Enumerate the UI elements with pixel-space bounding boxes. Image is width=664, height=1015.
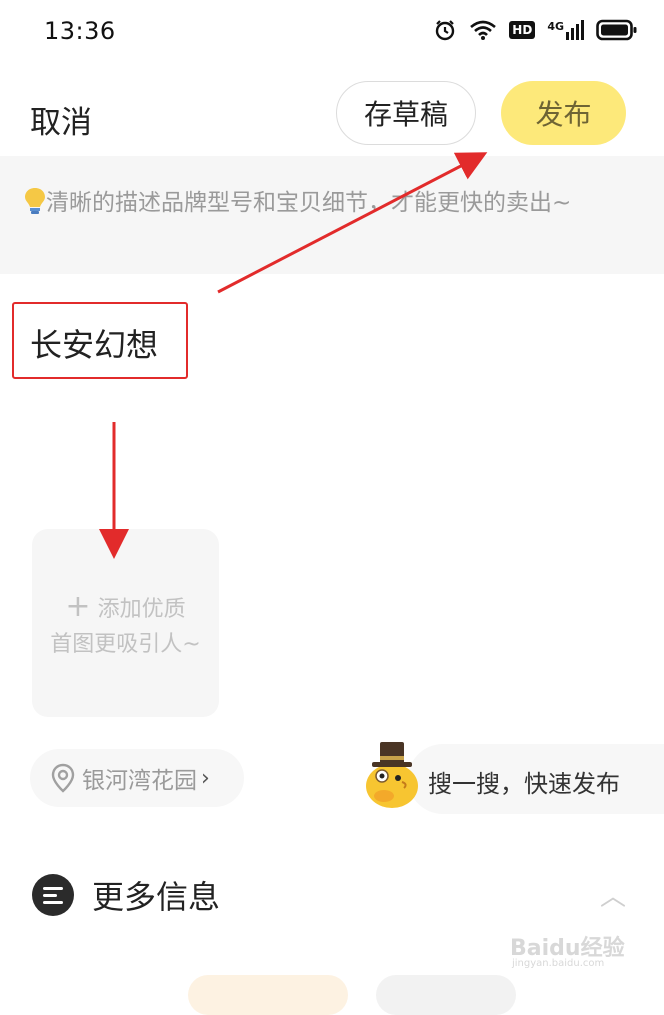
chevron-right-icon: › [201, 765, 210, 791]
tip-text: 清晰的描述品牌型号和宝贝细节，才能更快的卖出~ [46, 190, 572, 216]
add-image-label: + 添加优质 首图更吸引人~ [50, 589, 201, 657]
save-draft-button[interactable]: 存草稿 [336, 81, 476, 145]
wifi-icon [470, 20, 497, 40]
location-text: 银河湾花园 [82, 768, 197, 794]
bottom-option-chip[interactable] [188, 975, 348, 1015]
header: 取消 存草稿 发布 [0, 70, 664, 156]
cancel-button[interactable]: 取消 [30, 97, 92, 142]
list-icon [32, 874, 74, 916]
alarm-icon [436, 20, 455, 41]
location-chip[interactable]: 银河湾花园 › [30, 749, 244, 807]
lightbulb-icon [25, 188, 45, 214]
status-time: 13:36 [44, 17, 116, 45]
more-info-title: 更多信息 [92, 878, 221, 916]
location-pin-icon [51, 763, 75, 793]
mascot-icon [366, 742, 418, 808]
description-placeholder: 清晰的描述品牌型号和宝贝细节，才能更快的卖出~ [24, 184, 604, 222]
bottom-option-chip[interactable] [376, 975, 516, 1015]
add-image-button[interactable]: + 添加优质 首图更吸引人~ [32, 529, 219, 717]
publish-button[interactable]: 发布 [501, 81, 626, 145]
status-icons: HD 4G [433, 18, 638, 42]
quick-search-label: 搜一搜，快速发布 [428, 770, 620, 798]
signal-icon: 4G [547, 20, 584, 40]
battery-icon [596, 19, 637, 41]
chevron-up-icon[interactable]: ︿ [600, 876, 626, 913]
quick-search-button[interactable]: 搜一搜，快速发布 [408, 744, 664, 814]
annotation-highlight-box [12, 302, 188, 379]
description-input-area[interactable]: 清晰的描述品牌型号和宝贝细节，才能更快的卖出~ [0, 156, 664, 274]
status-bar: 13:36 HD 4G [0, 0, 664, 64]
plus-icon: + [65, 589, 91, 624]
watermark-url: jingyan.baidu.com [512, 958, 605, 969]
more-info-section[interactable]: 更多信息 ︿ [32, 870, 632, 920]
hd-badge: HD [509, 21, 536, 39]
